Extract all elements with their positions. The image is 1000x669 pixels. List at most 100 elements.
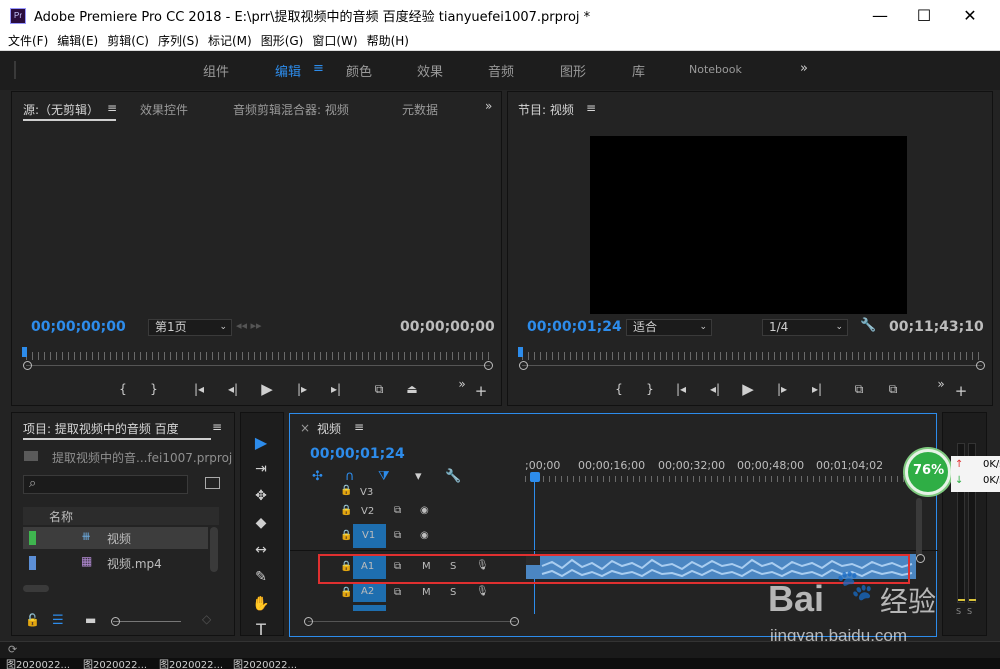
source-menu-icon[interactable]: ≡ [107,101,117,115]
workspaces-more-button[interactable]: » [800,61,808,76]
workspace-menu-icon[interactable]: ≡ [313,61,324,76]
tab-metadata[interactable]: 元数据 [402,101,438,118]
mute-button[interactable]: M [422,587,431,598]
v-scroll-handle[interactable] [916,554,925,563]
go-to-in-button[interactable]: |◂ [672,382,690,396]
timeline-menu-icon[interactable]: ≡ [354,420,364,434]
solo-button[interactable]: S [450,587,456,598]
h-scroll-handle-left[interactable] [304,617,313,626]
program-buttons-more[interactable]: » [932,377,950,391]
zoom-slider[interactable] [113,621,181,622]
list-item[interactable]: ▦ 视频.mp4 [23,552,208,574]
menu-clip[interactable]: 剪辑(C) [107,32,149,49]
zoom-handle-left[interactable] [519,361,528,370]
pen-tool-icon[interactable]: ✎ [250,567,272,587]
tab-audio-clip-mixer[interactable]: 音频剪辑混合器: 视频 [233,101,349,118]
source-playhead-timecode[interactable]: 00;00;00;00 [31,319,126,335]
mark-out-button[interactable]: } [145,382,163,396]
close-button[interactable]: ✕ [947,0,993,31]
a2-source-patch[interactable]: A2 [353,582,386,602]
step-forward-button[interactable]: |▸ [773,382,791,396]
lock-icon[interactable]: 🔒 [340,485,352,496]
new-bin-from-search-icon[interactable] [205,477,220,489]
menu-edit[interactable]: 编辑(E) [57,32,98,49]
program-menu-icon[interactable]: ≡ [586,101,596,115]
add-marker-icon[interactable]: ▾ [415,469,422,484]
taskbar-item[interactable]: 图2020022... [83,656,147,669]
go-to-out-button[interactable]: ▸| [327,382,345,396]
overwrite-button[interactable]: ⏏ [403,382,421,396]
selection-tool-icon[interactable]: ▶ [250,433,272,453]
timeline-v-scrollbar[interactable] [916,498,922,556]
taskbar-item[interactable]: 图2020022... [159,656,223,669]
extract-button[interactable]: ⧉ [884,382,902,397]
nest-icon[interactable]: ✣ [312,469,323,484]
h-scroll-handle-right[interactable] [510,617,519,626]
step-back-button[interactable]: ◂| [224,382,242,396]
eye-icon[interactable]: ◉ [420,530,429,541]
workspace-editing[interactable]: 编辑 [275,61,301,80]
button-editor-add[interactable]: + [952,382,970,400]
mark-in-button[interactable]: { [610,382,628,396]
zoom-fit-dropdown[interactable]: 适合 ⌄ [626,319,712,336]
icon-view-icon[interactable]: ▬ [85,613,96,627]
project-search-input[interactable]: ⌕ [23,475,188,494]
zoom-slider-handle[interactable] [111,617,120,626]
step-forward-button[interactable]: |▸ [293,382,311,396]
project-menu-icon[interactable]: ≡ [212,420,222,434]
zoom-handle-right[interactable] [484,361,493,370]
lock-icon[interactable]: 🔒 [340,587,352,598]
tab-project[interactable]: 项目: 提取视频中的音频 百度 [23,420,179,437]
source-time-ruler[interactable] [26,352,490,360]
zoom-handle-right[interactable] [976,361,985,370]
source-buttons-more[interactable]: » [453,377,471,391]
project-scrollbar[interactable] [210,527,218,572]
slip-tool-icon[interactable]: ↔ [250,540,272,560]
project-h-scrollbar[interactable] [23,585,49,592]
timeline-close-button[interactable]: × [300,421,310,435]
menu-window[interactable]: 窗口(W) [312,32,357,49]
timeline-h-scrollbar[interactable] [308,621,516,622]
track-select-tool-icon[interactable]: ⇥ [250,459,272,479]
workspace-color[interactable]: 颜色 [346,61,372,80]
timeline-playhead-timecode[interactable]: 00;00;01;24 [310,446,405,462]
source-zoom-bar[interactable] [26,365,490,366]
insert-button[interactable]: ⧉ [370,382,388,397]
play-button[interactable]: ▶ [739,380,757,398]
v1-source-patch[interactable]: V1 [353,524,386,548]
go-to-in-button[interactable]: |◂ [190,382,208,396]
source-playhead[interactable] [22,347,27,357]
tab-source[interactable]: 源:（无剪辑） [23,101,99,118]
source-page-dropdown[interactable]: 第1页 ⌄ [148,319,232,336]
menu-markers[interactable]: 标记(M) [208,32,252,49]
sync-lock-icon[interactable]: ⧉ [394,530,401,541]
workspace-assembly[interactable]: 组件 [203,61,229,80]
snap-icon[interactable]: ∩ [345,469,355,484]
ripple-edit-tool-icon[interactable]: ✥ [250,486,272,506]
netspeed-gauge[interactable]: 76% [905,449,951,495]
program-time-ruler[interactable] [522,352,982,360]
step-back-button[interactable]: ◂| [706,382,724,396]
resolution-dropdown[interactable]: 1/4 ⌄ [762,319,848,336]
workspace-effects[interactable]: 效果 [417,61,443,80]
source-more-button[interactable]: » [485,99,492,113]
lock-icon[interactable]: 🔓 [25,613,40,627]
type-tool-icon[interactable]: T [250,620,272,640]
lock-icon[interactable]: 🔒 [340,530,352,541]
mark-in-button[interactable]: { [114,382,132,396]
minimize-button[interactable]: — [857,0,903,31]
grip-handle[interactable] [14,61,16,79]
list-item[interactable]: ⧻ 视频 [23,527,208,549]
button-editor-add[interactable]: + [472,382,490,400]
workspace-libraries[interactable]: 库 [632,61,645,80]
go-to-out-button[interactable]: ▸| [808,382,826,396]
tab-timeline-sequence[interactable]: 视频 [317,420,341,437]
timeline-time-ruler[interactable] [525,476,923,482]
zoom-handle-left[interactable] [23,361,32,370]
program-zoom-bar[interactable] [522,365,982,366]
maximize-button[interactable]: ☐ [901,0,947,31]
wrench-icon[interactable]: 🔧 [445,469,461,484]
workspace-audio[interactable]: 音频 [488,61,514,80]
workspace-notebook[interactable]: Notebook [689,63,742,76]
workspace-graphics[interactable]: 图形 [560,61,586,80]
